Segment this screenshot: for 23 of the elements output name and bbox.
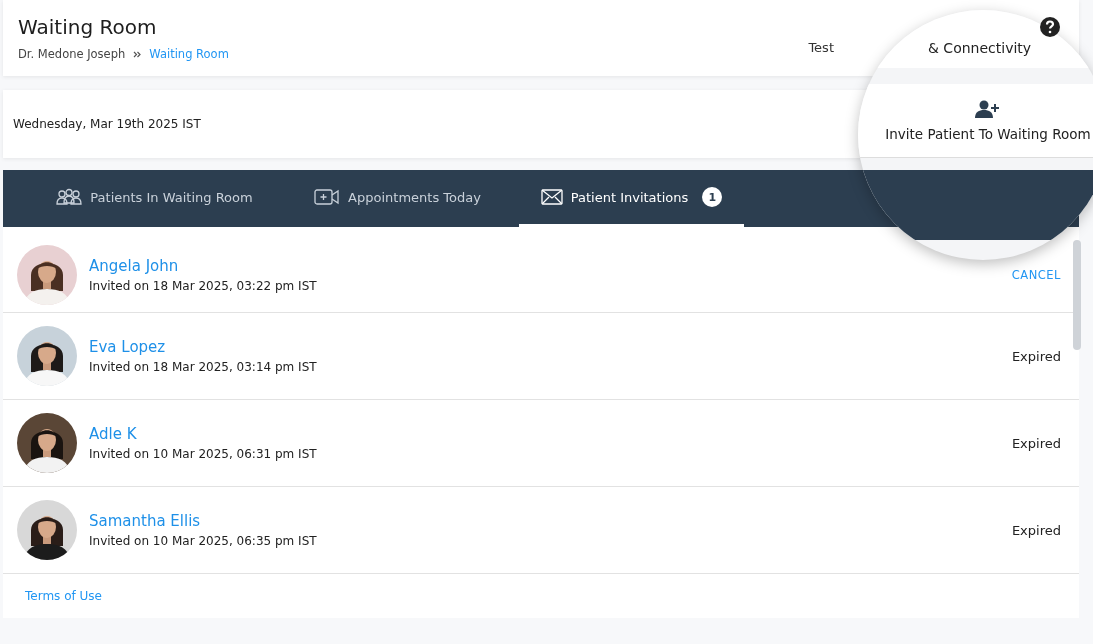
status-text: Expired (1011, 522, 1061, 538)
breadcrumb-item: Dr. Medone Joseph (18, 47, 126, 61)
date-text: Wednesday, Mar 19th 2025 IST (13, 117, 201, 131)
tab[interactable]: Appointments Today (276, 170, 519, 227)
invited-date: Invited on 10 Mar 2025, 06:35 pm IST (89, 534, 318, 548)
tab[interactable]: Patients In Waiting Room (33, 170, 276, 227)
invited-date: Invited on 18 Mar 2025, 03:14 pm IST (89, 360, 318, 374)
patient-name[interactable]: Eva Lopez (89, 338, 1000, 356)
cancel-button[interactable]: CANCEL (1011, 267, 1061, 282)
invite-patient-button[interactable]: Invite Patient To Waiting Room (858, 84, 1093, 158)
patient-name[interactable]: Angela John (89, 256, 1000, 275)
patient-name[interactable]: Adle K (89, 425, 1000, 443)
connectivity-link[interactable]: & Connectivity (928, 40, 1032, 56)
invited-date: Invited on 10 Mar 2025, 06:31 pm IST (89, 447, 318, 461)
status-text: Expired (1011, 348, 1061, 364)
invited-date: Invited on 18 Mar 2025, 03:22 pm IST (89, 278, 318, 293)
page-title: Waiting Room (18, 15, 158, 39)
count-badge: 1 (702, 187, 723, 207)
status-text: Expired (1011, 435, 1061, 451)
breadcrumb-link[interactable]: Waiting Room (149, 47, 229, 61)
patient-name[interactable]: Samantha Ellis (89, 512, 1000, 530)
test-link[interactable]: Test (808, 40, 834, 76)
terms-link[interactable]: Terms of Use (25, 589, 102, 603)
